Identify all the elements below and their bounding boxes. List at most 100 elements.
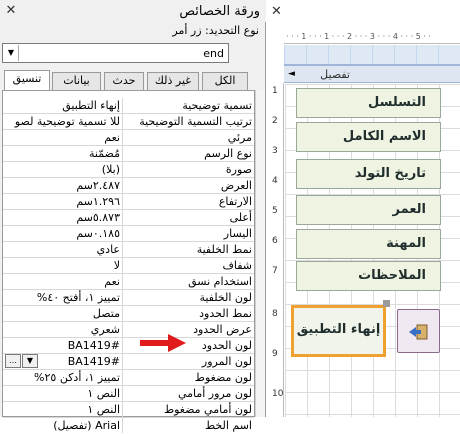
property-row-caption[interactable]: تسمية توضيحية إنهاء التطبيق [3,98,254,114]
property-value[interactable]: نعم [3,130,122,145]
property-name: صورة [122,162,254,177]
property-value[interactable]: ٥.٨٧٣سم [3,210,122,225]
field-label-text: المهنة [386,236,426,251]
vertical-scrollbar[interactable] [255,90,265,417]
tab-event[interactable]: حدث [104,72,144,90]
property-row-hover-color[interactable]: لون المرور #BA1419 ▼ … [3,354,254,370]
vertical-ruler: 1 2 3 4 5 6 7 8 9 10 [267,83,284,417]
resize-handle[interactable] [383,300,390,307]
property-sheet-title: ورقة الخصائص [179,4,260,19]
property-row[interactable]: عرض الحدود شعري [3,322,254,338]
property-value[interactable]: النص ١ [3,402,122,417]
object-selector-combo[interactable]: ▼ end [2,43,229,63]
field-label[interactable]: الملاحظات [296,261,441,291]
property-row[interactable]: اسم الخط Arial (تفصيل) [3,418,254,434]
field-label-text: العمر [392,202,426,217]
property-name: ترتيب التسمية التوضيحية [122,114,254,129]
tab-other[interactable]: غير ذلك [147,72,199,90]
property-row[interactable]: الارتفاع ١.٢٩٦سم [3,194,254,210]
property-value[interactable]: #BA1419 [39,354,122,369]
field-label-text: الاسم الكامل [342,129,426,144]
property-sheet-pane: ✕ ورقة الخصائص نوع التحديد: زر أمر ▼ end… [0,0,266,433]
property-value[interactable]: نعم [3,274,122,289]
property-value[interactable]: للا تسمية توضيحية لصو [3,114,122,129]
property-name: لون الخلفية [122,290,254,305]
tab-format[interactable]: تنسيق [4,70,50,91]
property-value[interactable]: مُضمّنة [3,146,122,161]
property-value[interactable]: تمييز ١، أفتح ٤٠% [3,290,122,305]
ruler-number: 7 [272,266,278,276]
property-value[interactable]: عادي [3,242,122,257]
field-label[interactable]: المهنة [296,229,441,259]
chevron-down-icon[interactable]: ▼ [4,45,19,61]
ruler-number: 8 [272,309,278,319]
chevron-down-icon[interactable]: ▼ [22,354,38,368]
tab-all[interactable]: الكل [202,72,248,90]
property-name: نمط الخلفية [122,242,254,257]
property-name: اليسار [122,226,254,241]
property-value[interactable]: شعري [3,322,122,337]
property-grid: تسمية توضيحية إنهاء التطبيق ترتيب التسمية… [2,90,255,433]
property-row[interactable]: لون الخلفية تمييز ١، أفتح ٤٠% [3,290,254,306]
ruler-ticks: · · · 1 · · · 1 · · · 2 · · · 3 · · · 4 … [286,32,431,41]
property-row[interactable]: مرئي نعم [3,130,254,146]
property-row[interactable]: استخدام نسق نعم [3,274,254,290]
property-sheet-titlebar: ✕ ورقة الخصائص [0,0,266,22]
property-name: أعلى [122,210,254,225]
exit-icon-button[interactable] [397,309,440,353]
form-design-view: ✕ · · · 1 · · · 1 · · · 2 · · · 3 · · · … [267,0,460,417]
property-name: استخدام نسق [122,274,254,289]
close-icon[interactable]: ✕ [271,4,282,19]
end-application-button[interactable]: إنهاء التطبيق [291,305,386,357]
property-row[interactable]: العرض ٢.٤٨٧سم [3,178,254,194]
property-row[interactable]: لون مرور أمامي النص ١ [3,386,254,402]
section-arrow-icon: ◄ [288,69,295,79]
field-label[interactable]: الاسم الكامل [296,122,441,152]
property-row[interactable]: لون الحدود #BA1419 [3,338,254,354]
property-name: شفاف [122,258,254,273]
field-label[interactable]: التسلسل [296,88,441,118]
property-row[interactable]: شفاف لا [3,258,254,274]
property-row[interactable]: نوع الرسم مُضمّنة [3,146,254,162]
property-value[interactable]: النص ١ [3,386,122,401]
ruler-number: 6 [272,236,278,246]
property-row[interactable]: نمط الحدود متصل [3,306,254,322]
property-value[interactable]: ١.٢٩٦سم [3,194,122,209]
property-tabs: الكل غير ذلك حدث بيانات تنسيق [2,70,264,91]
field-label[interactable]: تاريخ التولد [296,159,441,189]
tab-data[interactable]: بيانات [52,72,101,90]
property-row[interactable]: صورة (بلا) [3,162,254,178]
builder-ellipsis-button[interactable]: … [5,354,21,368]
object-selector-value: end [203,47,224,60]
ruler-number: 1 [272,86,278,96]
property-value[interactable]: ٠.١٨٥سم [3,226,122,241]
ruler-number: 4 [272,176,278,186]
property-row[interactable]: أعلى ٥.٨٧٣سم [3,210,254,226]
property-row[interactable]: نمط الخلفية عادي [3,242,254,258]
horizontal-ruler: · · · 1 · · · 1 · · · 2 · · · 3 · · · 4 … [284,32,460,44]
field-label[interactable]: العمر [296,195,441,225]
close-icon[interactable]: ✕ [3,3,19,18]
property-value[interactable]: ٢.٤٨٧سم [3,178,122,193]
property-value[interactable]: تمييز ١، أدكن ٢٥% [3,370,122,385]
property-name: لون المرور [122,354,254,369]
property-name: نوع الرسم [122,146,254,161]
property-name: اسم الخط [122,418,254,433]
property-row[interactable]: لون مضغوط تمييز ١، أدكن ٢٥% [3,370,254,386]
property-name: لون مضغوط [122,370,254,385]
exit-door-icon [409,324,428,340]
property-value[interactable]: لا [3,258,122,273]
property-name: الارتفاع [122,194,254,209]
property-row[interactable]: لون أمامي مضغوط النص ١ [3,402,254,418]
field-label-text: الملاحظات [358,268,426,283]
property-name: لون أمامي مضغوط [122,402,254,417]
property-value[interactable]: إنهاء التطبيق [3,98,122,113]
property-value[interactable]: متصل [3,306,122,321]
property-value[interactable]: Arial (تفصيل) [3,418,122,433]
property-row[interactable]: اليسار ٠.١٨٥سم [3,226,254,242]
detail-section-bar[interactable]: ◄ تفصيل [284,65,460,83]
property-row[interactable]: ترتيب التسمية التوضيحية للا تسمية توضيحية… [3,114,254,130]
property-value[interactable]: #BA1419 [3,338,122,353]
end-application-button-label: إنهاء التطبيق [296,322,381,337]
property-value[interactable]: (بلا) [3,162,122,177]
